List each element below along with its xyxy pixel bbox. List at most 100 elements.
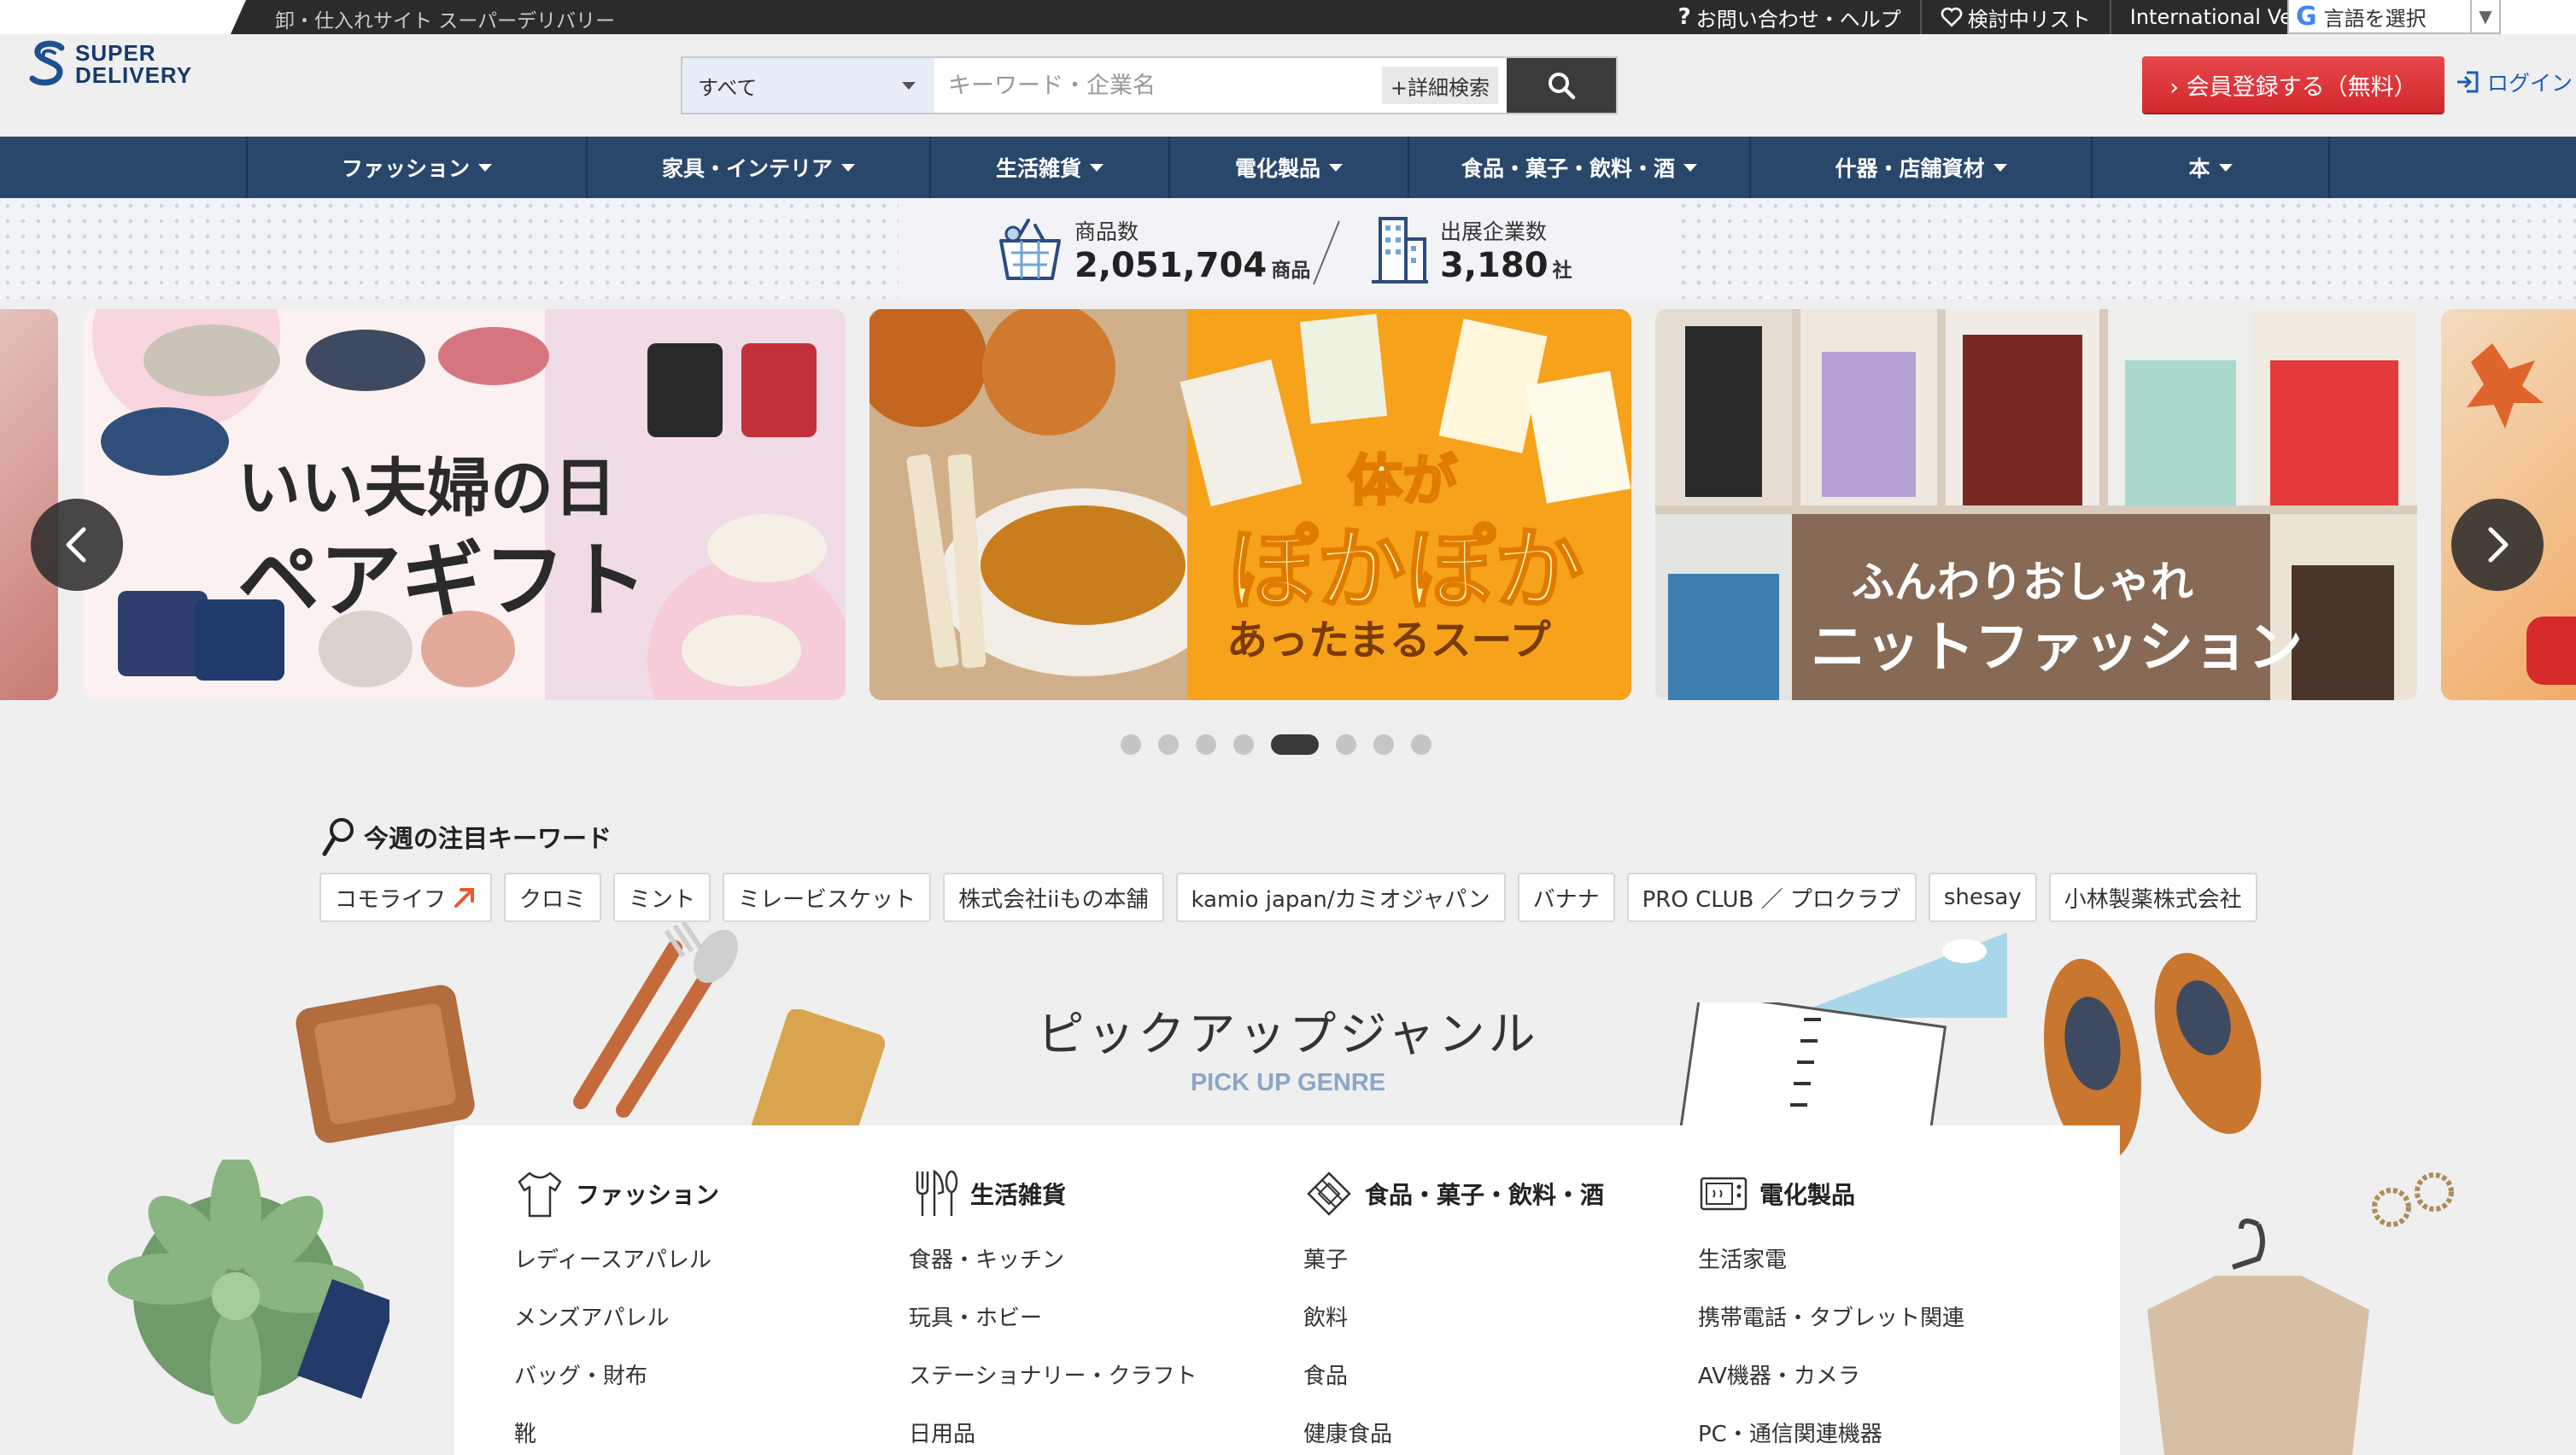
food-icon: [1307, 1172, 1351, 1216]
carousel-dot[interactable]: [1158, 734, 1179, 755]
search-button[interactable]: [1507, 58, 1616, 113]
banner-pair-gift[interactable]: いい夫婦の日 ペアギフト: [84, 309, 846, 700]
genre-heading[interactable]: 生活雑貨: [909, 1168, 1197, 1219]
logo-line-2: DELIVERY: [75, 62, 193, 88]
genre-link[interactable]: 靴: [514, 1405, 719, 1455]
carousel-next-button[interactable]: [2451, 499, 2544, 591]
product-count-unit: 商品: [1271, 260, 1311, 282]
register-button[interactable]: › 会員登録する（無料）: [2142, 56, 2444, 113]
category-nav-items: ファッション 家具・インテリア 生活雑貨 電化製品 食品・菓子・飲料・酒 什器・…: [246, 137, 2330, 198]
keyword-chip-label: kamio japan/カミオジャパン: [1191, 886, 1490, 913]
keyword-chip-label: 小林製薬株式会社: [2064, 886, 2242, 913]
genre-link[interactable]: 健康食品: [1303, 1405, 1604, 1455]
genre-heading-label: ファッション: [576, 1181, 720, 1209]
carousel-dot[interactable]: [1196, 734, 1216, 755]
carousel-dot[interactable]: [1411, 734, 1431, 755]
nav-item-food[interactable]: 食品・菓子・飲料・酒: [1409, 137, 1751, 198]
genre-link[interactable]: レディースアパレル: [514, 1231, 719, 1289]
carousel-dot-active[interactable]: [1271, 734, 1319, 755]
keyword-chip[interactable]: 小林製薬株式会社: [2048, 873, 2257, 922]
advanced-search-button[interactable]: +詳細検索: [1381, 67, 1498, 104]
keyword-chip-label: バナナ: [1532, 886, 1600, 913]
category-nav: ファッション 家具・インテリア 生活雑貨 電化製品 食品・菓子・飲料・酒 什器・…: [0, 137, 2576, 198]
keyword-chip[interactable]: クロミ: [504, 873, 602, 922]
carousel-dot[interactable]: [1336, 734, 1356, 755]
help-link-label: お問い合わせ・ヘルプ: [1695, 7, 1901, 32]
search-input[interactable]: [934, 58, 1382, 113]
product-count-text: 商品数 2,051,704 商品: [1074, 215, 1310, 285]
keyword-chip-label: ミント: [629, 886, 696, 913]
favorites-link[interactable]: 検討中リスト: [1919, 0, 2110, 34]
banner-carousel: いい夫婦の日 ペアギフト 体が ぽかぽか あったまるスープ ふんわりおしゃれ ニ…: [0, 309, 2576, 700]
genre-link[interactable]: PC・通信関連機器: [1698, 1405, 1964, 1455]
keyword-chip-label: shesay: [1943, 885, 2022, 910]
genre-column-electronics: 電化製品 生活家電 携帯電話・タブレット関連 AV機器・カメラ PC・通信関連機…: [1698, 1168, 1964, 1455]
genre-link[interactable]: AV機器・カメラ: [1698, 1347, 1964, 1405]
caret-down-icon: [1683, 164, 1697, 178]
banner-soup[interactable]: 体が ぽかぽか あったまるスープ: [869, 309, 1631, 700]
shirt-illustration: [2147, 1218, 2369, 1455]
caret-down-icon: [1993, 164, 2007, 178]
genre-link[interactable]: 菓子: [1303, 1231, 1604, 1289]
genre-link[interactable]: 生活家電: [1698, 1231, 1964, 1289]
genre-link[interactable]: 携帯電話・タブレット関連: [1698, 1289, 1964, 1347]
nav-item-fixtures[interactable]: 什器・店舗資材: [1751, 137, 2093, 198]
genre-column-goods: 生活雑貨 食器・キッチン 玩具・ホビー ステーショナリー・クラフト 日用品: [909, 1168, 1197, 1455]
banner-knit-line1: ふんわりおしゃれ: [1852, 558, 2193, 607]
keyword-chip-label: ミレービスケット: [738, 886, 916, 913]
nav-item-goods[interactable]: 生活雑貨: [931, 137, 1170, 198]
keyword-chip[interactable]: ミレービスケット: [723, 873, 932, 922]
genre-heading[interactable]: 電化製品: [1698, 1168, 1964, 1219]
genre-heading-label: 生活雑貨: [970, 1181, 1067, 1209]
caret-down-icon: [841, 164, 855, 178]
logo-text: SUPER DELIVERY: [75, 42, 192, 86]
keyword-chip[interactable]: コモライフ: [319, 873, 493, 922]
nav-item-books[interactable]: 本: [2093, 137, 2330, 198]
genre-link[interactable]: 食器・キッチン: [909, 1231, 1197, 1289]
genre-link[interactable]: 飲料: [1303, 1289, 1604, 1347]
pickup-subtitle: PICK UP GENRE: [1190, 1069, 1386, 1096]
shopping-basket-icon: [999, 219, 1061, 280]
help-link[interactable]: ? お問い合わせ・ヘルプ: [1660, 0, 1920, 34]
genre-link[interactable]: メンズアパレル: [514, 1289, 719, 1347]
carousel-dot[interactable]: [1233, 734, 1254, 755]
trending-up-arrow-icon: [454, 888, 475, 908]
genre-heading[interactable]: 食品・菓子・飲料・酒: [1303, 1168, 1604, 1219]
dropdown-arrow-icon: ▼: [2470, 0, 2499, 32]
nav-item-fashion[interactable]: ファッション: [248, 137, 588, 198]
search-scope-select[interactable]: すべて: [682, 58, 934, 113]
genre-link[interactable]: ステーショナリー・クラフト: [909, 1347, 1197, 1405]
caret-down-icon: [478, 164, 492, 178]
company-count-unit: 社: [1552, 260, 1572, 282]
genre-heading-label: 食品・菓子・飲料・酒: [1365, 1181, 1605, 1209]
keyword-chip[interactable]: shesay: [1928, 873, 2037, 922]
keyword-chip[interactable]: 株式会社iiもの本舗: [943, 873, 1164, 922]
product-count: 商品数 2,051,704 商品: [996, 215, 1310, 285]
company-count-value: 3,180: [1440, 246, 1549, 285]
nav-item-label: 電化製品: [1234, 156, 1320, 181]
genre-link[interactable]: 玩具・ホビー: [909, 1289, 1197, 1347]
nav-item-label: 家具・インテリア: [661, 156, 833, 181]
nav-item-electronics[interactable]: 電化製品: [1170, 137, 1409, 198]
nav-item-furniture[interactable]: 家具・インテリア: [588, 137, 931, 198]
carousel-dot[interactable]: [1121, 734, 1141, 755]
keyword-chip[interactable]: PRO CLUB ／ プロクラブ: [1626, 873, 1917, 922]
banner-knit[interactable]: ふんわりおしゃれ ニットファッション: [1655, 309, 2417, 700]
keywords-heading: 今週の注目キーワード: [321, 816, 612, 857]
genre-link[interactable]: 食品: [1303, 1347, 1604, 1405]
language-select[interactable]: G 言語を選択 ▼: [2287, 0, 2501, 34]
genre-heading[interactable]: ファッション: [514, 1168, 719, 1219]
keyword-list: コモライフ クロミ ミント ミレービスケット 株式会社iiもの本舗 kamio japan…: [319, 873, 2257, 922]
top-links: ? お問い合わせ・ヘルプ 検討中リスト International Ver. ›: [1660, 0, 2337, 34]
genre-link[interactable]: 日用品: [909, 1405, 1197, 1455]
banner-partial-left[interactable]: [0, 309, 58, 700]
keyword-chip[interactable]: ミント: [613, 873, 711, 922]
keyword-chip[interactable]: kamio japan/カミオジャパン: [1175, 873, 1506, 922]
genre-link[interactable]: バッグ・財布: [514, 1347, 719, 1405]
site-logo[interactable]: SUPER DELIVERY: [29, 39, 192, 89]
keyword-chip[interactable]: バナナ: [1517, 873, 1615, 922]
login-link[interactable]: ログイン: [2455, 67, 2573, 97]
carousel-prev-button[interactable]: [31, 499, 123, 591]
carousel-dot[interactable]: [1373, 734, 1394, 755]
product-count-value: 2,051,704: [1074, 246, 1268, 285]
